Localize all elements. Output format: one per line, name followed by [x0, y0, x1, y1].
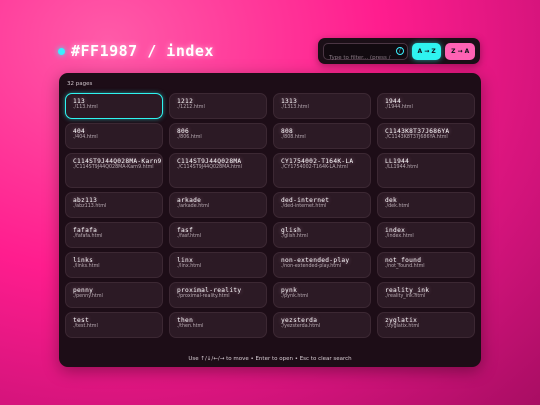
- page-card[interactable]: zyglatix ./zyglatix.html: [377, 312, 475, 338]
- slash-key-icon: /: [395, 47, 404, 55]
- page-card-path: ./index.html: [385, 234, 414, 240]
- page-card[interactable]: then ./then.html: [169, 312, 267, 338]
- pages-grid: 113 ./113.html 1212 ./1212.html 1313 ./1313.h…: [65, 93, 475, 338]
- page-card-path: ./pynk.html: [281, 294, 309, 300]
- page-card[interactable]: reality_ink ./reality_ink.html: [377, 282, 475, 308]
- page-card-path: ./1212.html: [177, 105, 205, 111]
- keyboard-hint: Use ↑/↓/←/→ to move • Enter to open • Es…: [188, 356, 352, 362]
- page-card[interactable]: proximal-reality ./proximal-reality.html: [169, 282, 267, 308]
- page-card[interactable]: LL1944 ./LL1944.html: [377, 153, 475, 188]
- page-card-path: ./test.html: [73, 324, 98, 330]
- page-card[interactable]: 1313 ./1313.html: [273, 93, 371, 119]
- page-card-path: ./113.html: [73, 105, 98, 111]
- page-card[interactable]: abz113 ./abz113.html: [65, 192, 163, 218]
- page-card[interactable]: C1143K8T37J686YA ./C1143K8T37J686YA.html: [377, 123, 475, 149]
- page-card[interactable]: fafafa ./fafafa.html: [65, 222, 163, 248]
- page-card-path: ./C114ST9J44Q028MA.html: [177, 165, 242, 171]
- sort-za-button[interactable]: Z → A: [445, 42, 475, 60]
- page-card[interactable]: linx ./linx.html: [169, 252, 267, 278]
- page-count: 32 pages: [67, 81, 93, 87]
- page-card[interactable]: ded-internet ./ded-internet.html: [273, 192, 371, 218]
- page-card-path: ./C114ST9J44Q028MA-Karn9.html: [73, 165, 154, 171]
- page-card-path: ./arkade.html: [177, 204, 210, 210]
- toolbar: / A → Z Z → A: [318, 38, 480, 65]
- page-card[interactable]: C114ST9J44Q028MA-Karn9 ./C114ST9J44Q028MA…: [65, 153, 163, 188]
- page-card[interactable]: 404 ./404.html: [65, 123, 163, 149]
- page-card[interactable]: C114ST9J44Q028MA ./C114ST9J44Q028MA.html: [169, 153, 267, 188]
- page-card-path: ./fasf.html: [177, 234, 202, 240]
- page-card[interactable]: non-extended-play ./non-extended-play.htm…: [273, 252, 371, 278]
- page-card[interactable]: 808 ./808.html: [273, 123, 371, 149]
- page-card-path: ./links.html: [73, 264, 100, 270]
- page-card-path: ./then.html: [177, 324, 204, 330]
- page-card[interactable]: 113 ./113.html: [65, 93, 163, 119]
- page-card-path: ./zyglatix.html: [385, 324, 420, 330]
- page-card-path: ./808.html: [281, 135, 306, 141]
- page-card-path: ./1944.html: [385, 105, 413, 111]
- page-card[interactable]: yezsterda ./yezsterda.html: [273, 312, 371, 338]
- page-card-path: ./reality_ink.html: [385, 294, 426, 300]
- page-card[interactable]: 1944 ./1944.html: [377, 93, 475, 119]
- search-box: /: [323, 42, 408, 65]
- page-card-path: ./1313.html: [281, 105, 309, 111]
- page-card-path: ./CY1754002-T164K-LA.html: [281, 165, 348, 171]
- page-card-path: ./C1143K8T37J686YA.html: [385, 135, 448, 141]
- page-card-path: ./dek.html: [385, 204, 410, 210]
- page-card[interactable]: arkade ./arkade.html: [169, 192, 267, 218]
- page-title: #FF1987 / index: [71, 42, 214, 60]
- page-card-path: ./404.html: [73, 135, 98, 141]
- page-card[interactable]: test ./test.html: [65, 312, 163, 338]
- page-card[interactable]: CY1754002-T164K-LA ./CY1754002-T164K-LA.h…: [273, 153, 371, 188]
- page-card-path: ./yezsterda.html: [281, 324, 321, 330]
- page-card[interactable]: pynk ./pynk.html: [273, 282, 371, 308]
- page-card-path: ./806.html: [177, 135, 202, 141]
- page-card[interactable]: penny ./penny.html: [65, 282, 163, 308]
- pages-panel: 32 pages 113 ./113.html 1212 ./1212.html 131…: [59, 73, 481, 367]
- status-dot-icon: [58, 47, 65, 55]
- page-card[interactable]: not_found ./not_found.html: [377, 252, 475, 278]
- page-card[interactable]: 806 ./806.html: [169, 123, 267, 149]
- page-card-path: ./proximal-reality.html: [177, 294, 230, 300]
- page-card-path: ./abz113.html: [73, 204, 107, 210]
- page-card[interactable]: index ./index.html: [377, 222, 475, 248]
- page-card-path: ./penny.html: [73, 294, 103, 300]
- page-card-path: ./fafafa.html: [73, 234, 103, 240]
- page-card-path: ./LL1944.html: [385, 165, 419, 171]
- page-card[interactable]: 1212 ./1212.html: [169, 93, 267, 119]
- sort-az-button[interactable]: A → Z: [411, 42, 442, 60]
- page-card[interactable]: glish ./glish.html: [273, 222, 371, 248]
- page-card[interactable]: links ./links.html: [65, 252, 163, 278]
- page-card-path: ./non-extended-play.html: [281, 264, 342, 270]
- page-header: #FF1987 / index: [58, 42, 214, 60]
- page-card-path: ./linx.html: [177, 264, 202, 270]
- search-input[interactable]: [324, 50, 407, 65]
- page-card-path: ./glish.html: [281, 234, 308, 240]
- page-card-path: ./not_found.html: [385, 264, 425, 270]
- page-card[interactable]: dek ./dek.html: [377, 192, 475, 218]
- page-card-path: ./ded-internet.html: [281, 204, 327, 210]
- page-card[interactable]: fasf ./fasf.html: [169, 222, 267, 248]
